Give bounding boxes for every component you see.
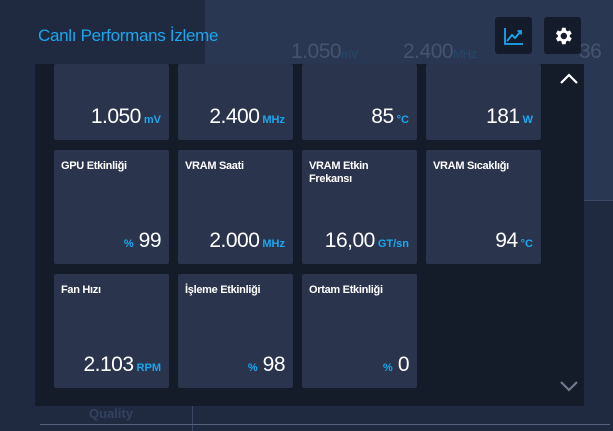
metric-value: 2.400 MHz xyxy=(209,106,285,131)
value-unit: W xyxy=(522,114,533,126)
value-unit: RPM xyxy=(136,362,161,374)
metric-tile-gpu-activity: GPU Etkinliği % 99 xyxy=(54,150,169,264)
metric-tile-voltage: 1.050 mV xyxy=(54,64,169,140)
metric-tile-vram-effective-frequency: VRAM Etkin Frekansı 16,00 GT/sn xyxy=(302,150,417,264)
scroll-down-button[interactable] xyxy=(559,379,579,398)
value-number: 2.103 xyxy=(83,353,134,376)
metric-tile-vram-temperature: VRAM Sıcaklığı 94 °C xyxy=(426,150,541,264)
metric-value: % 99 xyxy=(123,229,162,255)
chevron-down-icon xyxy=(560,381,578,392)
value-unit: MHz xyxy=(262,238,285,250)
value-unit: mV xyxy=(143,114,161,126)
value-number: 181 xyxy=(486,105,520,128)
value-prefix: % xyxy=(123,238,134,250)
value-prefix: % xyxy=(383,362,393,374)
metric-value: 85 °C xyxy=(371,106,409,131)
metric-tile-render-activity: İşleme Etkinliği % 98 xyxy=(178,274,293,388)
metric-tile-vram-clock: VRAM Saati 2.000 MHz xyxy=(178,150,293,264)
settings-button[interactable] xyxy=(544,17,581,54)
background-ghost-value: 36 xyxy=(579,40,602,63)
metric-tile-gpu-temperature: 85 °C xyxy=(302,64,417,140)
value-unit: MHz xyxy=(262,114,285,126)
gear-icon xyxy=(555,27,572,44)
value-number: 85 xyxy=(371,105,394,128)
value-number: 1.050 xyxy=(90,105,142,128)
value-number: 2.000 xyxy=(209,229,260,252)
value-unit: °C xyxy=(396,114,409,126)
metric-label: Fan Hızı xyxy=(61,284,101,296)
metric-label: VRAM Saati xyxy=(185,160,244,172)
metric-value: 94 °C xyxy=(495,230,533,255)
value-number: 16,00 xyxy=(324,229,376,252)
metric-value: % 0 xyxy=(383,354,409,379)
metric-tile-power: 181 W xyxy=(426,64,541,140)
value-unit: GT/sn xyxy=(377,238,409,250)
metric-tile-fan-speed: Fan Hızı 2.103 RPM xyxy=(54,274,169,388)
metric-label: VRAM Sıcaklığı xyxy=(433,160,509,172)
metric-value: 2.000 MHz xyxy=(209,230,285,255)
scroll-up-button[interactable] xyxy=(559,72,579,91)
value-number: 99 xyxy=(138,229,162,252)
metric-value: 181 W xyxy=(486,106,533,131)
value-unit: °C xyxy=(520,238,533,250)
background-divider xyxy=(40,424,610,425)
metric-value: 2.103 RPM xyxy=(83,354,161,379)
overlay-title: Canlı Performans İzleme xyxy=(38,26,219,45)
chart-line-icon xyxy=(503,27,523,45)
value-number: 98 xyxy=(262,353,286,376)
background-ghost-voltage: 1.050mV xyxy=(291,40,359,63)
value-number: 2.400 xyxy=(209,105,260,128)
metric-value: % 98 xyxy=(247,353,286,379)
metric-label: GPU Etkinliği xyxy=(61,160,127,172)
background-quality-label: Quality xyxy=(89,406,134,421)
background-ghost-clock: 2.400MHz xyxy=(403,40,477,63)
performance-graph-button[interactable] xyxy=(495,17,532,54)
chevron-up-icon xyxy=(560,73,578,84)
metric-value: 16,00 GT/sn xyxy=(325,230,409,255)
value-prefix: % xyxy=(247,362,258,374)
performance-tiles-panel[interactable]: 1.050 mV 2.400 MHz 85 °C 181 W GPU Etkinliği… xyxy=(35,64,584,406)
metric-tile-media-activity: Ortam Etkinliği % 0 xyxy=(302,274,417,388)
metric-label: VRAM Etkin Frekansı xyxy=(309,160,369,185)
metric-value: 1.050 mV xyxy=(91,106,161,131)
metric-tile-gpu-clock: 2.400 MHz xyxy=(178,64,293,140)
metric-label: İşleme Etkinliği xyxy=(185,284,261,296)
value-number: 94 xyxy=(495,229,518,252)
metric-label: Ortam Etkinliği xyxy=(309,284,383,296)
value-number: 0 xyxy=(397,353,410,376)
